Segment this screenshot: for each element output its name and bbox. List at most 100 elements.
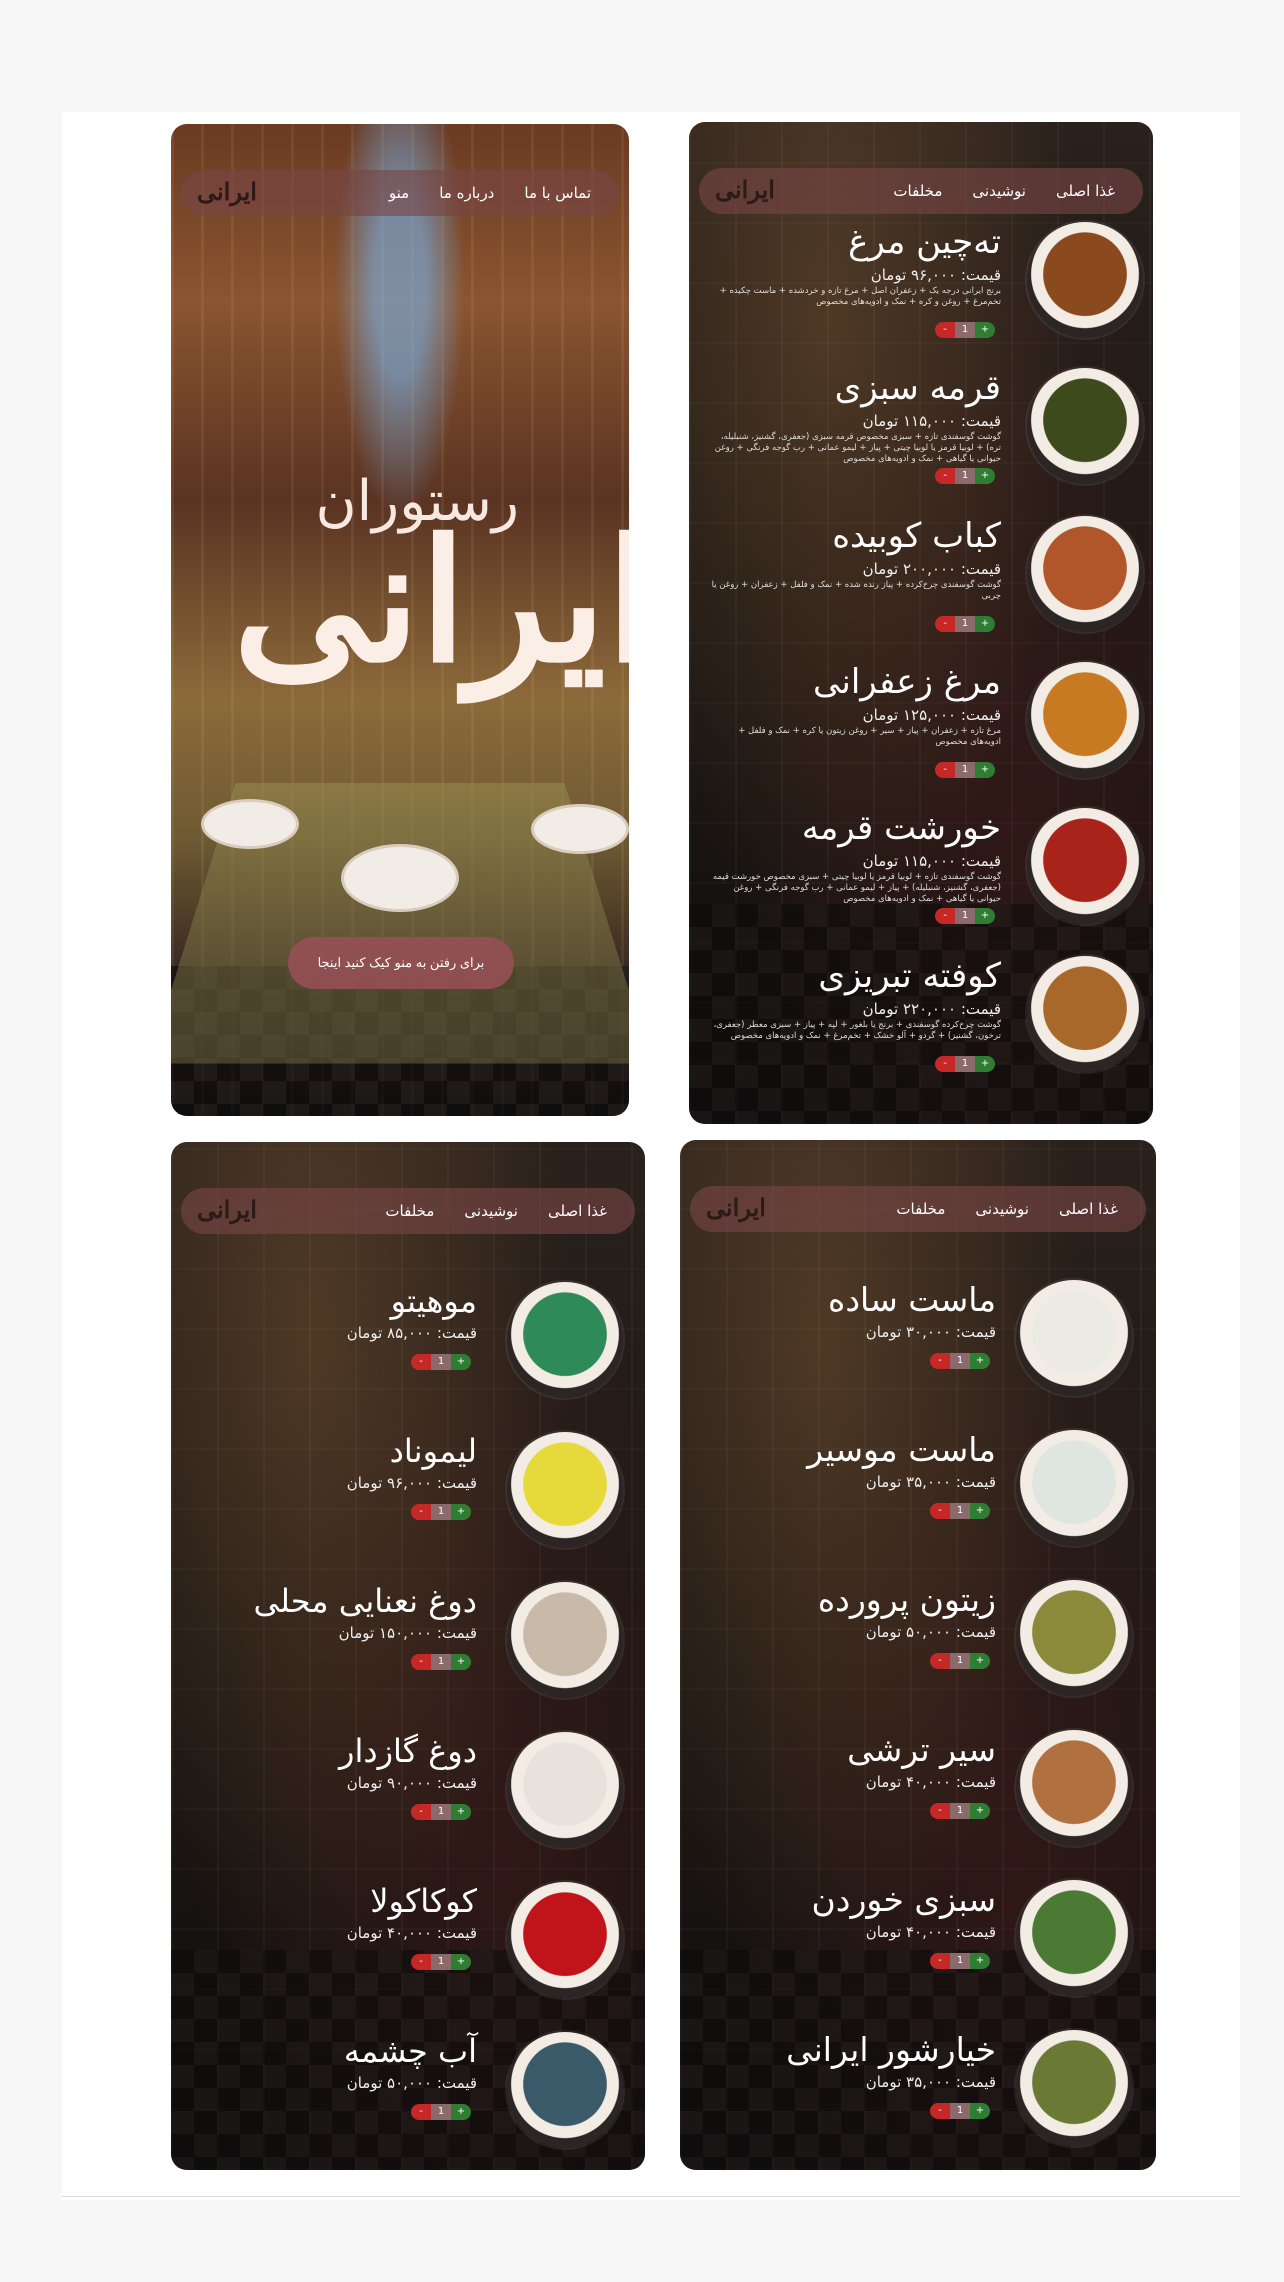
minus-button[interactable]: - <box>930 1503 950 1519</box>
plus-button[interactable]: + <box>451 1804 471 1820</box>
plus-button[interactable]: + <box>970 2103 990 2119</box>
minus-button[interactable]: - <box>935 1056 955 1072</box>
plus-button[interactable]: + <box>975 762 995 778</box>
plus-button[interactable]: + <box>970 1353 990 1369</box>
minus-button[interactable]: - <box>411 1354 431 1370</box>
item-description: گوشت گوسفندی چرخ‌کرده + پیاز رنده شده + … <box>711 580 1001 601</box>
quantity-stepper[interactable]: -1 + <box>411 1954 471 1970</box>
item-name: کوفته تبریزی <box>818 956 1001 996</box>
minus-button[interactable]: - <box>935 908 955 924</box>
item-name: کوکاکولا <box>370 1882 477 1920</box>
food-image <box>507 1582 623 1698</box>
tab-sides[interactable]: مخلفات <box>385 1202 434 1220</box>
plus-button[interactable]: + <box>975 322 995 338</box>
plus-button[interactable]: + <box>970 1653 990 1669</box>
minus-button[interactable]: - <box>935 468 955 484</box>
minus-button[interactable]: - <box>411 1504 431 1520</box>
quantity-stepper[interactable]: -1 + <box>935 908 995 924</box>
item-price: قیمت: ۵۰,۰۰۰ تومان <box>346 2074 477 2092</box>
menu-item: کوفته تبریزی قیمت: ۲۲۰,۰۰۰ تومان گوشت چرخ‌… <box>689 956 1153 1086</box>
plus-button[interactable]: + <box>970 1953 990 1969</box>
item-price: قیمت: ۳۵,۰۰۰ تومان <box>865 2073 996 2091</box>
item-name: قرمه سبزی <box>834 368 1001 408</box>
quantity-stepper[interactable]: -1 + <box>411 1504 471 1520</box>
tab-drinks[interactable]: نوشیدنی <box>464 1202 518 1220</box>
plus-button[interactable]: + <box>451 1654 471 1670</box>
plus-button[interactable]: + <box>451 1954 471 1970</box>
food-image <box>1016 1280 1132 1396</box>
item-description: برنج ایرانی درجه یک + زعفران اصل + مرغ ت… <box>719 286 1001 307</box>
minus-button[interactable]: - <box>411 1954 431 1970</box>
quantity-stepper[interactable]: -1 + <box>930 1503 990 1519</box>
quantity-stepper[interactable]: -1 + <box>411 1354 471 1370</box>
menu-item: زیتون پرورده قیمت: ۵۰,۰۰۰ تومان -1 + <box>680 1580 1156 1710</box>
quantity-stepper[interactable]: -1 + <box>411 1654 471 1670</box>
quantity-stepper[interactable]: -1 + <box>930 1653 990 1669</box>
item-name: خورشت قرمه <box>801 808 1001 848</box>
logo[interactable]: ایرانی <box>706 1193 766 1222</box>
plus-button[interactable]: + <box>970 1503 990 1519</box>
quantity-stepper[interactable]: -1 + <box>935 616 995 632</box>
minus-button[interactable]: - <box>930 1653 950 1669</box>
logo[interactable]: ایرانی <box>715 175 775 204</box>
logo[interactable]: ایرانی <box>197 177 257 206</box>
quantity-stepper[interactable]: -1 + <box>930 2103 990 2119</box>
minus-button[interactable]: - <box>935 322 955 338</box>
food-image <box>507 1882 623 1998</box>
plus-button[interactable]: + <box>975 1056 995 1072</box>
logo[interactable]: ایرانی <box>197 1195 257 1224</box>
nav-about[interactable]: درباره ما <box>439 184 494 202</box>
tab-sides[interactable]: مخلفات <box>896 1200 945 1218</box>
tab-sides[interactable]: مخلفات <box>893 182 942 200</box>
quantity-value: 1 <box>437 1356 445 1367</box>
quantity-stepper[interactable]: -1 + <box>935 762 995 778</box>
plus-button[interactable]: + <box>975 468 995 484</box>
quantity-stepper[interactable]: -1 + <box>411 2104 471 2120</box>
food-image <box>1027 956 1143 1072</box>
tab-main-dishes[interactable]: غذا اصلی <box>548 1202 607 1220</box>
plus-button[interactable]: + <box>975 908 995 924</box>
quantity-stepper[interactable]: -1 + <box>935 468 995 484</box>
quantity-stepper[interactable]: -1 + <box>935 1056 995 1072</box>
item-name: موهیتو <box>390 1282 477 1320</box>
minus-button[interactable]: - <box>930 1803 950 1819</box>
menu-item: خیارشور ایرانی قیمت: ۳۵,۰۰۰ تومان -1 + <box>680 2030 1156 2160</box>
plus-button[interactable]: + <box>451 1504 471 1520</box>
menu-item: موهیتو قیمت: ۸۵,۰۰۰ تومان -1 + <box>171 1282 645 1412</box>
menu-item: سیر ترشی قیمت: ۴۰,۰۰۰ تومان -1 + <box>680 1730 1156 1860</box>
item-description: گوشت چرخ‌کرده گوسفندی + برنج یا بلغور + … <box>713 1020 1001 1041</box>
minus-button[interactable]: - <box>935 762 955 778</box>
menu-item: ماست ساده قیمت: ۳۰,۰۰۰ تومان -1 + <box>680 1280 1156 1410</box>
minus-button[interactable]: - <box>411 1654 431 1670</box>
plus-button[interactable]: + <box>975 616 995 632</box>
quantity-stepper[interactable]: -1 + <box>930 1803 990 1819</box>
quantity-stepper[interactable]: -1 + <box>411 1804 471 1820</box>
item-name: آب چشمه <box>343 2032 477 2070</box>
item-price: قیمت: ۳۵,۰۰۰ تومان <box>865 1473 996 1491</box>
item-name: ماست ساده <box>828 1280 996 1319</box>
minus-button[interactable]: - <box>930 2103 950 2119</box>
plus-button[interactable]: + <box>451 1354 471 1370</box>
quantity-stepper[interactable]: -1 + <box>930 1353 990 1369</box>
plus-button[interactable]: + <box>970 1803 990 1819</box>
nav-menu[interactable]: منو <box>389 184 409 202</box>
hero-panel: ایرانی تماس با ما درباره ما منو رستوران … <box>171 124 629 1116</box>
minus-button[interactable]: - <box>930 1953 950 1969</box>
tab-drinks[interactable]: نوشیدنی <box>975 1200 1029 1218</box>
minus-button[interactable]: - <box>411 1804 431 1820</box>
tab-drinks[interactable]: نوشیدنی <box>972 182 1026 200</box>
plus-button[interactable]: + <box>451 2104 471 2120</box>
menu-cta-button[interactable]: برای رفتن به منو کیک کنید اینجا <box>288 937 514 989</box>
tab-main-dishes[interactable]: غذا اصلی <box>1056 182 1115 200</box>
quantity-stepper[interactable]: -1 + <box>930 1953 990 1969</box>
drinks-panel: ایرانی غذا اصلی نوشیدنی مخلفات موهیتو قیم… <box>171 1142 645 2170</box>
quantity-stepper[interactable]: -1 + <box>935 322 995 338</box>
minus-button[interactable]: - <box>930 1353 950 1369</box>
tab-main-dishes[interactable]: غذا اصلی <box>1059 1200 1118 1218</box>
nav-contact[interactable]: تماس با ما <box>524 184 591 202</box>
item-name: خیارشور ایرانی <box>786 2030 996 2069</box>
menu-nav-links: غذا اصلی نوشیدنی مخلفات <box>896 1186 1118 1232</box>
menu-nav-links: غذا اصلی نوشیدنی مخلفات <box>385 1188 607 1234</box>
minus-button[interactable]: - <box>935 616 955 632</box>
minus-button[interactable]: - <box>411 2104 431 2120</box>
